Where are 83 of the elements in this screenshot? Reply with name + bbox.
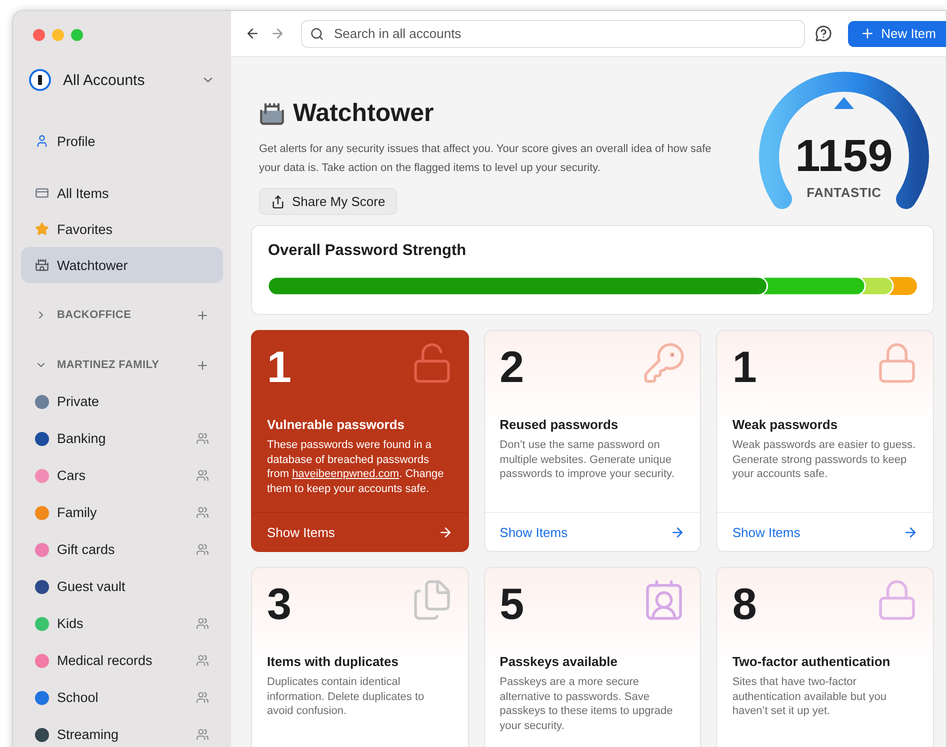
add-icon[interactable] (196, 358, 209, 372)
arrow-right-icon (903, 524, 918, 540)
vault-label: Banking (57, 431, 107, 446)
vault-item[interactable]: Gift cards (21, 531, 223, 568)
arrow-right-icon (670, 524, 686, 540)
vault-group-header[interactable]: BACKOFFICE (21, 297, 223, 333)
sidebar-item[interactable]: Favorites (21, 211, 223, 247)
vault-item[interactable]: Guest vault (21, 568, 223, 605)
issue-count: 2 (500, 342, 524, 394)
score-rating: FANTASTIC (806, 185, 882, 200)
show-items-link[interactable]: Show Items (717, 512, 933, 551)
issue-count: 5 (500, 579, 524, 631)
vault-label: Cars (57, 468, 87, 483)
search-icon (310, 26, 324, 40)
card-title: Overall Password Strength (268, 242, 468, 260)
vault-label: School (57, 690, 100, 705)
vault-item[interactable]: Streaming (21, 716, 223, 747)
forward-icon[interactable] (270, 26, 285, 41)
issue-count: 3 (267, 579, 292, 631)
vault-item[interactable]: Family (21, 494, 223, 531)
vault-label: Family (57, 505, 98, 520)
card-description: Passkeys are a more secure alternative to passwords. Save passkeys to these items to upgrade your security. (498, 675, 674, 734)
description: Get alerts for any security issues that affect you. Your score gives an overall idea of how safe your data is. Take action on the flagged items to level up your security. (259, 142, 712, 176)
issue-count: 1 (267, 342, 292, 394)
close-button[interactable] (33, 29, 45, 41)
back-icon[interactable] (245, 26, 260, 41)
share-icon (271, 194, 285, 208)
group-label: BACKOFFICE (57, 309, 132, 321)
group-label: MARTINEZ FAMILY (57, 359, 160, 371)
card-description: Weak passwords are easier to guess. Generate strong passwords to keep your accounts safe. (731, 438, 917, 482)
card-icon (35, 186, 49, 200)
card-description: Sites that have two-factor authentication available but you haven’t set it up yet. (731, 675, 888, 719)
show-items-link[interactable]: Show Items (252, 512, 468, 551)
share-button[interactable]: Share My Score (259, 188, 398, 215)
person-icon (35, 134, 49, 148)
sidebar-item-label: Profile (57, 134, 96, 148)
card-description: Duplicates contain identical information. Delete duplicates to avoid confusion. (266, 675, 426, 719)
vault-label: Guest vault (57, 579, 126, 594)
vault-label: Gift cards (57, 542, 116, 557)
account-switcher[interactable]: All Accounts (21, 59, 223, 101)
sidebar-item-label: All Items (57, 186, 109, 200)
star-icon (35, 222, 49, 236)
card-title: Weak passwords (731, 416, 839, 432)
issue-count: 1 (732, 342, 757, 394)
score-value: 1159 (794, 130, 894, 182)
card-title: Passkeys available (498, 653, 618, 669)
arrow-right-icon (438, 524, 453, 540)
card-description: Don’t use the same password on multiple websites. Generate unique passwords to improve your security. (498, 438, 676, 482)
sidebar-item-label: Watchtower (57, 258, 128, 272)
search-input[interactable]: Search in all accounts (332, 25, 796, 42)
plus-icon (860, 26, 876, 41)
card-title: Items with duplicates (266, 653, 400, 669)
logo-icon (29, 69, 51, 91)
vault-label: Streaming (57, 727, 120, 742)
card-description: These passwords were found in a database of breached passwords from haveibeenpwned.com. Change them to keep your accounts safe. (266, 438, 445, 496)
vault-label: Kids (57, 616, 84, 631)
sidebar-item[interactable]: Profile (21, 123, 223, 159)
vault-item[interactable]: Medical records (21, 642, 223, 679)
card-title: Two-factor authentication (731, 653, 892, 669)
add-icon[interactable] (196, 308, 209, 322)
new-item-button[interactable]: New Item (848, 20, 946, 46)
sidebar-item[interactable]: Watchtower (21, 247, 223, 283)
sidebar-item[interactable]: All Items (21, 175, 223, 211)
search-field[interactable]: Search in all accounts (301, 20, 806, 48)
issue-count: 8 (732, 579, 757, 631)
breach-link[interactable]: haveibeenpwned.com (292, 468, 400, 480)
card-title: Vulnerable passwords (266, 416, 406, 432)
key-icon (642, 341, 686, 385)
vault-item[interactable]: Cars (21, 457, 223, 494)
tower-icon (259, 100, 285, 126)
vault-label: Medical records (57, 653, 154, 668)
show-items-link[interactable]: Show Items (484, 512, 700, 551)
vault-item[interactable]: Private (21, 383, 223, 420)
sidebar-item-label: Favorites (57, 222, 113, 236)
vault-item[interactable]: Kids (21, 605, 223, 642)
vault-label: Private (57, 394, 100, 409)
card-title: Reused passwords (498, 416, 620, 432)
tower-icon (35, 258, 49, 272)
vault-item[interactable]: School (21, 679, 223, 716)
vault-group-header[interactable]: MARTINEZ FAMILY (21, 347, 223, 383)
page-title: Watchtower (293, 99, 434, 128)
vault-item[interactable]: Banking (21, 420, 223, 457)
help-icon[interactable] (815, 25, 832, 42)
